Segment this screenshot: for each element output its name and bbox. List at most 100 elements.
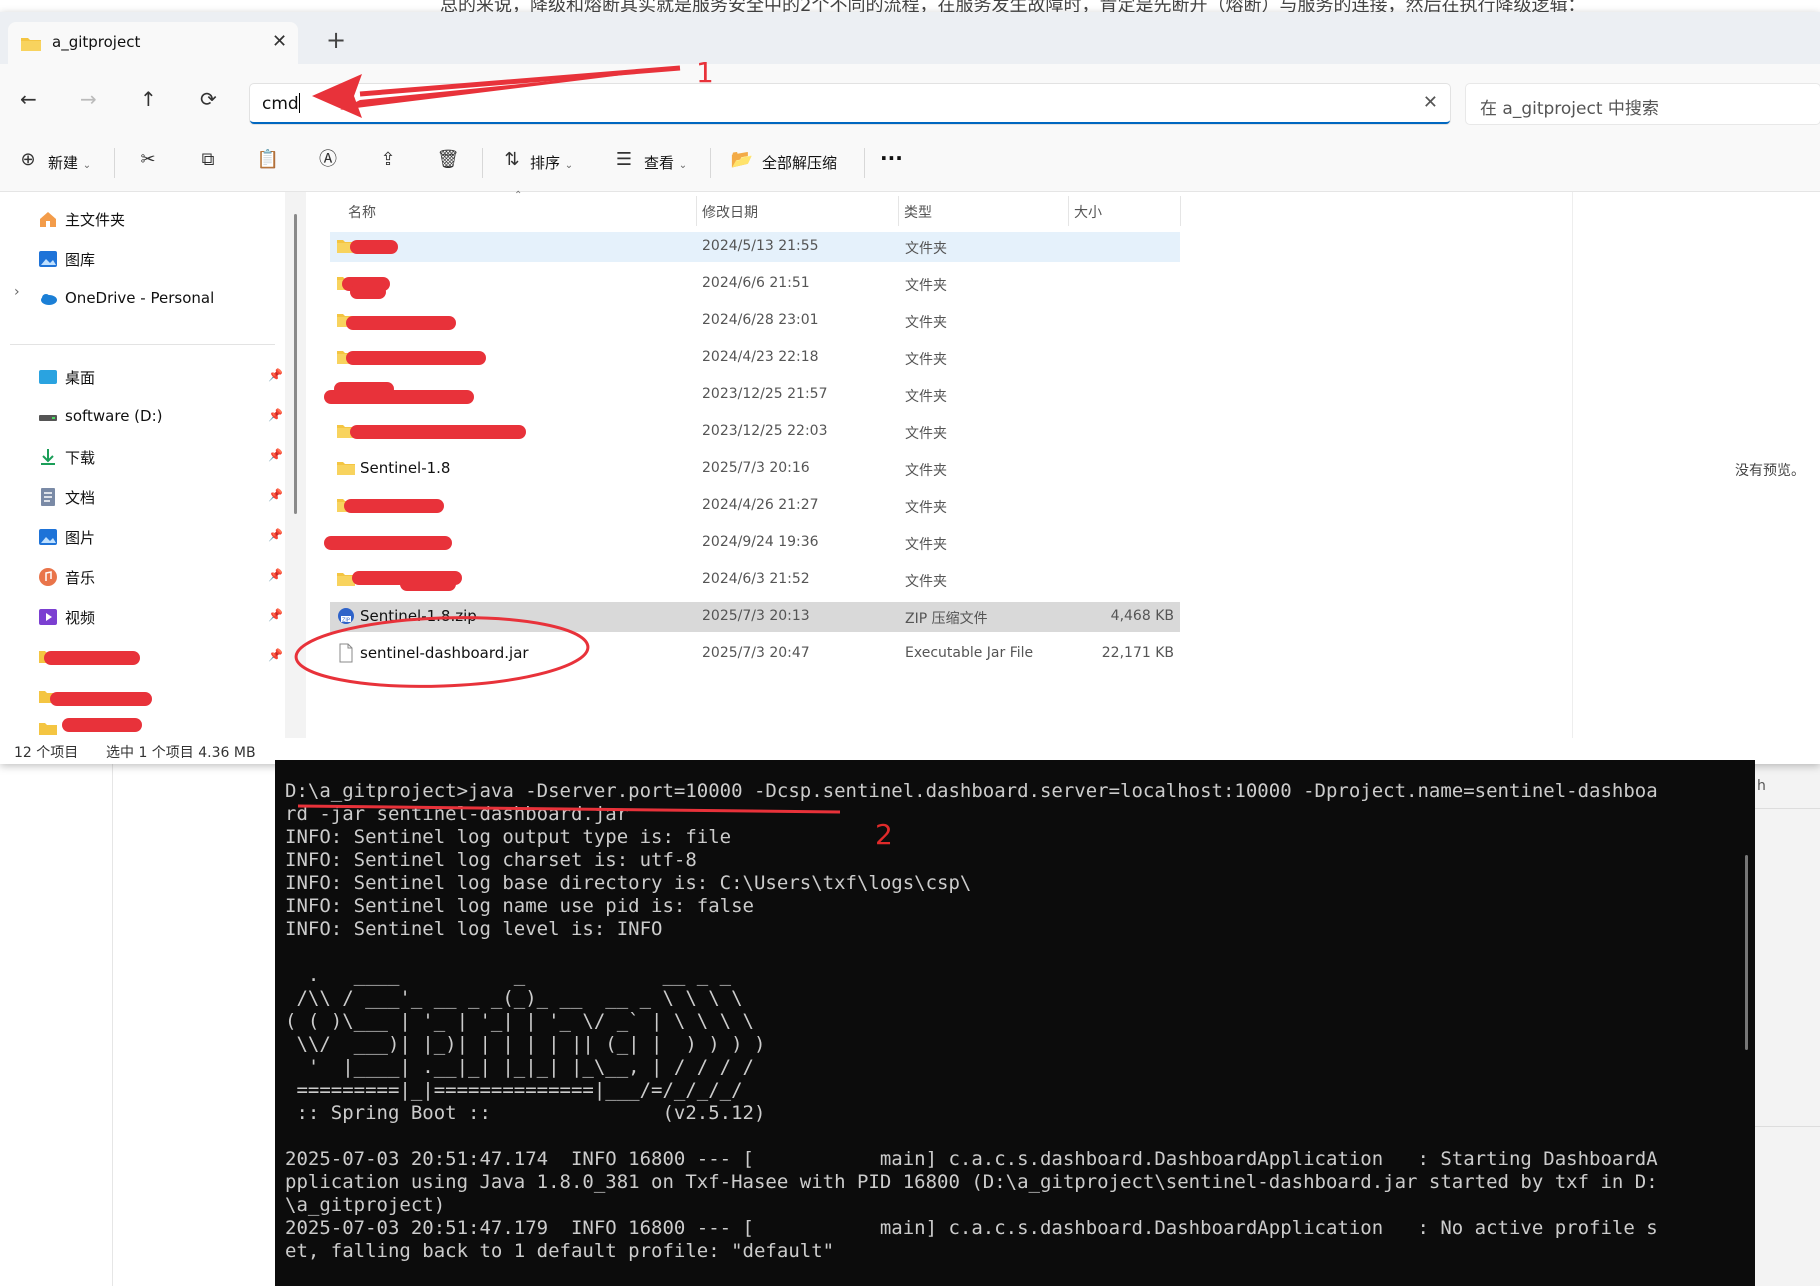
preview-pane: 没有预览。 [1572,192,1820,738]
new-button[interactable]: 新建 ⌄ [48,152,91,173]
file-row[interactable]: 2024/4/26 21:27 文件夹 [330,491,1180,521]
sidebar-item-label: 文档 [65,489,96,507]
delete-icon[interactable]: 🗑 [436,148,460,172]
file-modified: 2024/6/28 23:01 [702,312,819,328]
file-modified: 2023/12/25 22:03 [702,423,828,439]
terminal-line: \a_gitproject) [285,1194,446,1216]
column-header-modified[interactable]: 修改日期 [702,202,758,222]
file-name: sentinel-dashboard.jar [360,644,529,662]
terminal-line: ( ( )\___ | '_ | '_| | '_ \/ _` | \ \ \ … [285,1010,754,1032]
sidebar-item-music[interactable]: 音乐 📌 [38,560,288,594]
column-header-size[interactable]: 大小 [1074,202,1102,222]
pin-icon[interactable]: 📌 [268,488,283,502]
sidebar-scrollbar[interactable] [294,214,297,514]
terminal-line: :: Spring Boot :: (v2.5.12) [285,1102,766,1124]
sidebar-item-redacted[interactable] [38,712,288,736]
file-row[interactable]: 2024/6/6 21:51 文件夹 [330,269,1180,299]
sidebar-item-gallery[interactable]: 图库 [38,242,288,276]
file-row[interactable]: 2024/6/3 21:52 文件夹 [330,565,1180,595]
copy-icon[interactable]: ⧉ [196,148,220,172]
pin-icon[interactable]: 📌 [268,528,283,542]
paste-icon[interactable]: 📋 [256,148,280,172]
search-box[interactable]: 在 a_gitproject 中搜索 [1466,84,1820,124]
clear-icon[interactable]: ✕ [1423,92,1438,113]
redaction-mark [44,651,140,665]
terminal-scrollbar[interactable] [1745,855,1748,1050]
sidebar-item-pictures[interactable]: 图片 📌 [38,520,288,554]
file-row[interactable]: 2024/4/23 22:18 文件夹 [330,343,1180,373]
selection-info: 选中 1 个项目 4.36 MB [106,745,256,761]
pin-icon[interactable]: 📌 [268,408,283,422]
file-name: Sentinel-1.8.zip [360,607,477,625]
up-arrow-icon[interactable]: ↑ [140,88,157,110]
terminal-line: . ____ _ __ _ _ [285,964,732,986]
sidebar-item-onedrive[interactable]: OneDrive - Personal [38,282,288,316]
tab-a-gitproject[interactable]: a_gitproject ✕ [8,22,298,64]
forward-arrow-icon[interactable]: → [80,88,97,110]
pin-icon[interactable]: 📌 [268,368,283,382]
extract-icon: 📂 [730,149,754,170]
file-row[interactable]: 2024/9/24 19:36 文件夹 [324,528,1180,558]
file-row[interactable]: sentinel-dashboard.jar 2025/7/3 20:47 Exec… [330,639,1180,669]
chevron-down-icon: ⌄ [564,160,574,171]
file-modified: 2024/9/24 19:36 [702,534,819,550]
share-icon[interactable]: ⇪ [376,148,400,172]
sidebar-item-redacted[interactable] [38,680,288,714]
sidebar-item-desktop[interactable]: 桌面 📌 [38,360,288,394]
sidebar-item-home[interactable]: 主文件夹 [38,202,288,236]
sort-up-icon: ⌃ [514,190,523,201]
file-row[interactable]: ZIP Sentinel-1.8.zip 2025/7/3 20:13 ZIP 压缩文… [330,602,1180,632]
column-header-name[interactable]: 名称 [348,202,376,222]
column-header-type[interactable]: 类型 [904,202,932,222]
pin-icon[interactable]: 📌 [268,608,283,622]
column-header-row: ⌃ 名称 修改日期 类型 大小 [306,190,1181,226]
screen: 总的来说，降级和熔断其实就是服务安全中的2个不同的流程，在服务发生故障时，肯定是… [0,0,1820,1286]
command-bar: ⊕ 新建 ⌄ ✂ ⧉ 📋 Ⓐ ⇪ 🗑 ⇅ 排序 ⌄ ☰ 查看 ⌄ 📂 全部解压缩… [0,134,1820,192]
file-row[interactable]: Sentinel-1.8 2025/7/3 20:16 文件夹 [330,454,1180,484]
more-options-icon[interactable]: ··· [880,146,903,170]
column-separator[interactable] [898,196,899,226]
file-modified: 2024/4/26 21:27 [702,497,819,513]
pin-icon[interactable]: 📌 [268,568,283,582]
file-row[interactable]: 2024/6/28 23:01 文件夹 [330,306,1180,336]
address-bar[interactable]: cmd ✕ [250,84,1450,124]
file-row[interactable]: 2023/12/25 21:57 文件夹 [324,380,1180,410]
new-tab-button[interactable]: + [326,28,346,52]
view-button[interactable]: 查看 ⌄ [644,152,687,173]
preview-message: 没有预览。 [1735,463,1805,479]
pin-icon[interactable]: 📌 [268,648,283,662]
command-prompt-window[interactable]: D:\a_gitproject>java -Dserver.port=10000… [275,760,1755,1286]
rename-icon[interactable]: Ⓐ [316,148,340,172]
file-row[interactable]: 2024/5/13 21:55 文件夹 [330,232,1180,262]
sidebar-item-redacted[interactable]: 📌 [38,640,288,674]
sidebar-item-videos[interactable]: 视频 📌 [38,600,288,634]
terminal-line: /\\ / ___'_ __ _ _(_)_ __ __ _ \ \ \ \ [285,987,743,1009]
music-icon [39,568,57,586]
file-modified: 2024/6/6 21:51 [702,275,810,291]
extract-all-button[interactable]: 全部解压缩 [762,152,837,173]
sidebar-item-documents[interactable]: 文档 📌 [38,480,288,514]
column-separator[interactable] [1180,196,1181,226]
svg-text:ZIP: ZIP [342,618,350,624]
chevron-right-icon[interactable]: › [14,284,20,300]
address-input[interactable]: cmd [262,93,300,114]
pin-icon[interactable]: 📌 [268,448,283,462]
sort-button[interactable]: 排序 ⌄ [530,152,573,173]
desktop-icon [39,370,57,384]
video-icon [39,609,57,625]
file-row[interactable]: 2023/12/25 22:03 文件夹 [330,417,1180,447]
cut-icon[interactable]: ✂ [136,148,160,172]
column-separator[interactable] [696,196,697,226]
sidebar-item-software-drive[interactable]: software (D:) 📌 [38,400,288,434]
refresh-icon[interactable]: ⟳ [200,88,217,110]
file-type: 文件夹 [905,574,947,590]
item-count: 12 个项目 [14,745,79,761]
background-right-pane [1755,760,1820,1286]
address-value: cmd [262,94,299,114]
sidebar-item-downloads[interactable]: 下载 📌 [38,440,288,474]
file-modified: 2025/7/3 20:47 [702,645,810,661]
back-arrow-icon[interactable]: ← [20,88,37,110]
redaction-mark [344,499,444,513]
close-icon[interactable]: ✕ [272,31,287,52]
column-separator[interactable] [1068,196,1069,226]
